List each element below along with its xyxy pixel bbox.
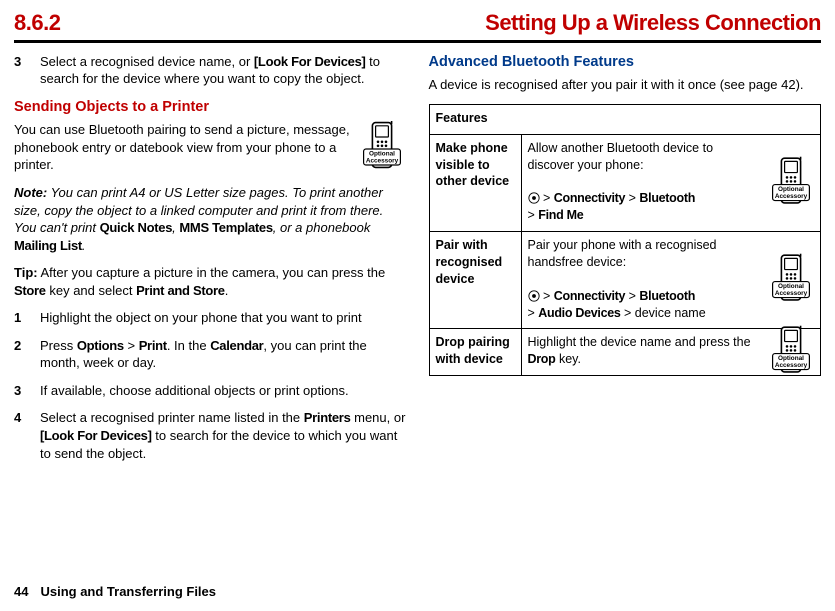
step-text: Highlight the object on your phone that …	[40, 309, 407, 327]
sending-body-text: You can use Bluetooth pairing to send a …	[14, 122, 350, 172]
table-row: Pair with recognised device Pair your ph…	[429, 232, 821, 329]
page-footer: 44 Using and Transferring Files	[14, 583, 216, 601]
text: key.	[555, 352, 580, 366]
menu-look-for-devices: [Look For Devices]	[40, 428, 152, 443]
step-number: 2	[14, 337, 28, 372]
menu-look-for-devices: [Look For Devices]	[254, 54, 366, 69]
step-text: Select a recognised printer name listed …	[40, 409, 407, 462]
device-name-text: device name	[635, 306, 706, 320]
text: . In the	[167, 338, 210, 353]
heading-advanced-bluetooth: Advanced Bluetooth Features	[429, 53, 822, 73]
nav-sep: >	[625, 191, 639, 205]
text: menu, or	[351, 410, 406, 425]
text: .	[225, 283, 229, 298]
menu-quick-notes: Quick Notes	[100, 220, 173, 235]
text: >	[124, 338, 139, 353]
text: Select a recognised device name, or	[40, 54, 254, 69]
step-text: Press Options > Print. In the Calendar, …	[40, 337, 407, 372]
section-number: 8.6.2	[14, 8, 60, 38]
nav-sep: >	[540, 191, 554, 205]
optional-accessory-icon	[766, 326, 816, 379]
optional-accessory-icon	[766, 254, 816, 307]
optional-accessory-icon	[357, 121, 407, 174]
text: , or a phonebook	[273, 220, 371, 235]
menu-printers: Printers	[304, 410, 351, 425]
text: key and select	[46, 283, 136, 298]
section-title: Setting Up a Wireless Connection	[485, 8, 821, 38]
left-column: 3 Select a recognised device name, or [L…	[14, 53, 407, 472]
table-row: Drop pairing with device Highlight the d…	[429, 329, 821, 376]
tip-label: Tip:	[14, 265, 38, 280]
content-columns: 3 Select a recognised device name, or [L…	[14, 53, 821, 472]
step-number: 4	[14, 409, 28, 462]
text: Select a recognised printer name listed …	[40, 410, 304, 425]
text: .	[82, 238, 86, 253]
sending-body-block: You can use Bluetooth pairing to send a …	[14, 121, 407, 174]
menu-calendar: Calendar	[210, 338, 263, 353]
heading-sending-objects: Sending Objects to a Printer	[14, 98, 407, 118]
text: Press	[40, 338, 77, 353]
table-row: Make phone visible to other device Allow…	[429, 134, 821, 231]
page-header: 8.6.2 Setting Up a Wireless Connection	[14, 8, 821, 43]
menu-mailing-list: Mailing List	[14, 238, 82, 253]
step-number: 3	[14, 382, 28, 400]
menu-mms-templates: MMS Templates	[179, 220, 272, 235]
menu-drop: Drop	[528, 352, 556, 366]
feature-label-visible: Make phone visible to other device	[429, 134, 521, 231]
feature-label-drop: Drop pairing with device	[429, 329, 521, 376]
nav-sep: >	[540, 289, 554, 303]
step-number: 1	[14, 309, 28, 327]
advanced-body: A device is recognised after you pair it…	[429, 76, 822, 94]
menu-find-me: Find Me	[538, 208, 583, 222]
page: 8.6.2 Setting Up a Wireless Connection 3…	[0, 0, 835, 472]
note-block: Note: You can print A4 or US Letter size…	[14, 184, 407, 254]
step-number: 3	[14, 53, 28, 88]
right-column: Advanced Bluetooth Features A device is …	[429, 53, 822, 472]
features-table: Features Make phone visible to other dev…	[429, 104, 822, 376]
text: Pair your phone with a recognised handsf…	[528, 238, 717, 269]
optional-accessory-icon	[766, 156, 816, 209]
feature-body-drop: Highlight the device name and press the …	[521, 329, 821, 376]
tip-block: Tip: After you capture a picture in the …	[14, 264, 407, 299]
center-key-icon	[528, 289, 540, 303]
feature-label-pair: Pair with recognised device	[429, 232, 521, 329]
menu-print-and-store: Print and Store	[136, 283, 225, 298]
page-number: 44	[14, 584, 28, 599]
chapter-name: Using and Transferring Files	[40, 584, 216, 599]
feature-body-pair: Pair your phone with a recognised handsf…	[521, 232, 821, 329]
menu-print: Print	[139, 338, 167, 353]
menu-options: Options	[77, 338, 124, 353]
menu-connectivity: Connectivity	[554, 289, 625, 303]
text: Allow another Bluetooth device to discov…	[528, 141, 714, 172]
step-text: Select a recognised device name, or [Loo…	[40, 53, 407, 88]
menu-store: Store	[14, 283, 46, 298]
menu-audio-devices: Audio Devices	[538, 306, 620, 320]
step-text: If available, choose additional objects …	[40, 382, 407, 400]
nav-sep: >	[621, 306, 635, 320]
nav-sep: >	[528, 208, 539, 222]
step-3-copy: 3 Select a recognised device name, or [L…	[14, 53, 407, 88]
features-header: Features	[429, 104, 821, 134]
step-3-options: 3 If available, choose additional object…	[14, 382, 407, 400]
table-row: Features	[429, 104, 821, 134]
text: Highlight the device name and press the	[528, 335, 751, 349]
text: After you capture a picture in the camer…	[38, 265, 386, 280]
step-4: 4 Select a recognised printer name liste…	[14, 409, 407, 462]
step-2: 2 Press Options > Print. In the Calendar…	[14, 337, 407, 372]
nav-sep: >	[528, 306, 539, 320]
note-label: Note:	[14, 185, 47, 200]
step-1: 1 Highlight the object on your phone tha…	[14, 309, 407, 327]
nav-sep: >	[625, 289, 639, 303]
center-key-icon	[528, 191, 540, 205]
feature-body-visible: Allow another Bluetooth device to discov…	[521, 134, 821, 231]
menu-bluetooth: Bluetooth	[639, 289, 695, 303]
menu-bluetooth: Bluetooth	[639, 191, 695, 205]
menu-connectivity: Connectivity	[554, 191, 625, 205]
